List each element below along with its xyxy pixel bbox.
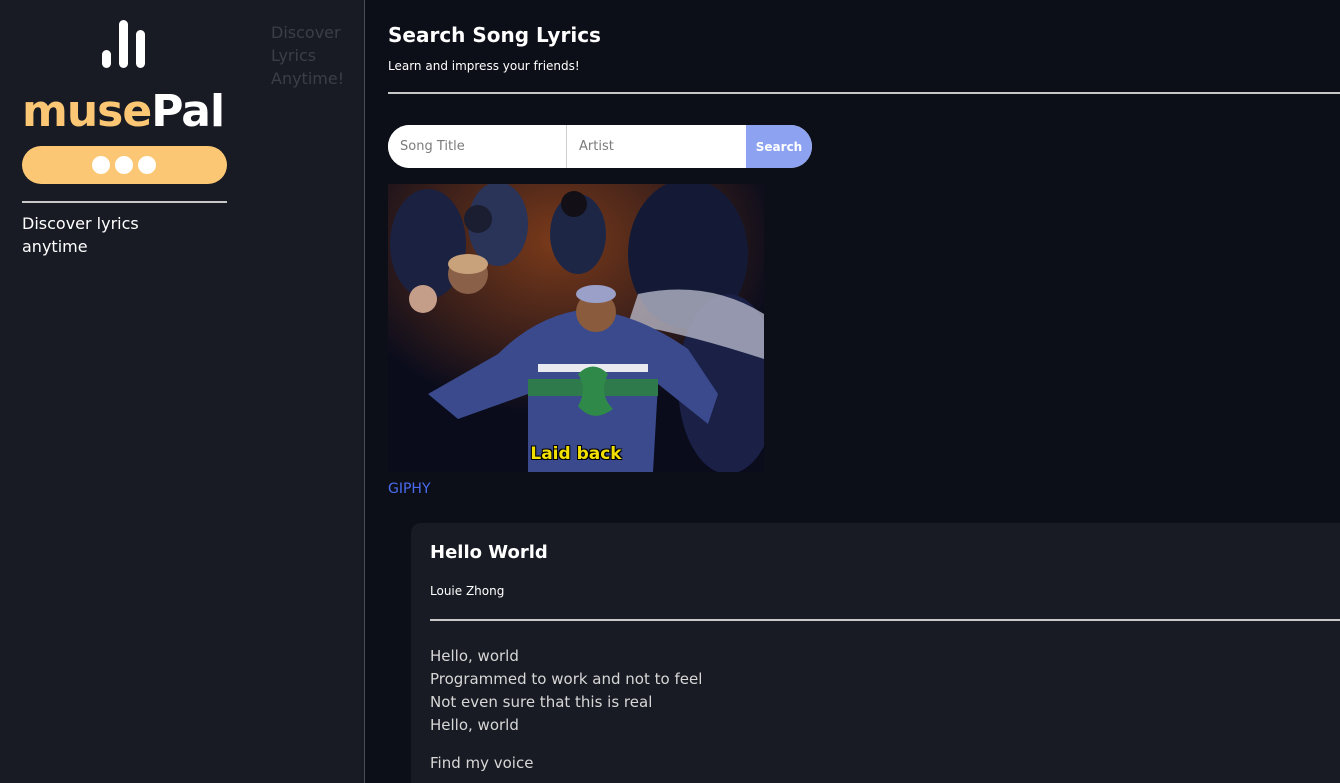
lyrics-line: Programmed to work and not to feel [430, 670, 703, 688]
brand-name-part2: Pal [151, 86, 225, 137]
lyrics-line: Find my voice [430, 754, 534, 772]
giphy-link[interactable]: GIPHY [388, 479, 431, 499]
more-dots-icon [92, 156, 156, 174]
song-title: Hello World [430, 542, 548, 563]
card-divider [430, 619, 1340, 621]
artist-input[interactable] [567, 125, 746, 168]
equalizer-logo-icon [102, 20, 148, 68]
sidebar: musePal Discover lyrics anytime [0, 0, 250, 783]
header-divider [388, 92, 1340, 94]
lyrics-stanza: Find my voice [430, 752, 1310, 775]
secondary-panel: Discover Lyrics Anytime! [250, 0, 365, 783]
lyrics-line: Hello, world [430, 716, 519, 734]
gif-scene-illustration [388, 184, 764, 472]
gif-caption: Laid back [530, 444, 622, 464]
brand-logo[interactable]: musePal [22, 84, 225, 140]
menu-button[interactable] [22, 146, 227, 184]
lyrics-card: Hello World Louie Zhong Hello, world Pro… [411, 523, 1340, 783]
sidebar-tagline: Discover lyrics anytime [22, 214, 139, 256]
lyrics-line: Not even sure that this is real [430, 693, 653, 711]
sidebar-divider [22, 201, 227, 203]
lyrics-stanza: Hello, world Programmed to work and not … [430, 645, 1310, 737]
secondary-panel-text: Discover Lyrics Anytime! [271, 23, 345, 88]
giphy-gif-image: Laid back [388, 184, 764, 472]
page-title: Search Song Lyrics [388, 23, 601, 47]
app-root: musePal Discover lyrics anytime Discover… [0, 0, 1340, 783]
song-title-input[interactable] [388, 125, 567, 168]
lyrics-body: Hello, world Programmed to work and not … [430, 645, 1310, 783]
search-button[interactable]: Search [746, 125, 812, 168]
page-subtitle: Learn and impress your friends! [388, 59, 580, 73]
song-artist: Louie Zhong [430, 584, 505, 598]
brand-name-part1: muse [22, 86, 152, 137]
main-content: Search Song Lyrics Learn and impress you… [365, 0, 1340, 783]
search-form: Search [388, 125, 812, 168]
lyrics-line: Hello, world [430, 647, 519, 665]
